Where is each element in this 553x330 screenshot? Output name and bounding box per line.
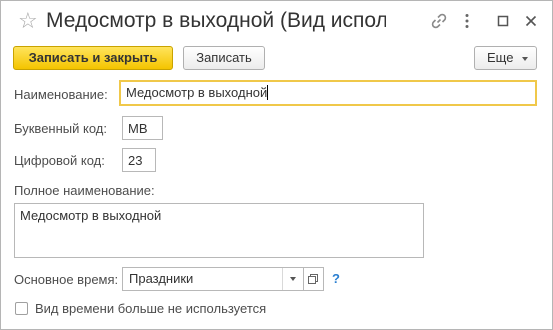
more-vertical-icon[interactable] bbox=[458, 12, 476, 30]
name-input-value: Медосмотр в выходной bbox=[126, 85, 268, 100]
form-window: ☆ Медосмотр в выходной (Вид использов...… bbox=[0, 0, 553, 330]
more-button-label: Еще bbox=[487, 50, 514, 65]
digit-code-label: Цифровой код: bbox=[14, 153, 105, 168]
help-link[interactable]: ? bbox=[332, 271, 340, 287]
name-label: Наименование: bbox=[14, 87, 108, 102]
window-title: Медосмотр в выходной (Вид использов... bbox=[46, 9, 386, 32]
digit-code-input[interactable]: 23 bbox=[122, 148, 156, 172]
save-and-close-button[interactable]: Записать и закрыть bbox=[13, 46, 173, 70]
not-used-label[interactable]: Вид времени больше не используется bbox=[35, 301, 266, 317]
star-icon[interactable]: ☆ bbox=[18, 9, 38, 33]
main-time-label: Основное время: bbox=[14, 272, 119, 287]
chevron-down-icon bbox=[290, 277, 296, 281]
name-input[interactable]: Медосмотр в выходной bbox=[119, 80, 537, 106]
letter-code-value: МВ bbox=[128, 121, 148, 136]
main-time-value: Праздники bbox=[129, 271, 194, 286]
full-name-textarea[interactable]: Медосмотр в выходной bbox=[14, 203, 424, 258]
chevron-down-icon bbox=[522, 57, 528, 61]
digit-code-value: 23 bbox=[128, 153, 143, 168]
open-window-icon bbox=[308, 274, 318, 284]
open-item-button[interactable] bbox=[304, 267, 324, 291]
full-name-value: Медосмотр в выходной bbox=[20, 208, 162, 223]
not-used-checkbox[interactable] bbox=[15, 302, 28, 315]
maximize-icon[interactable] bbox=[494, 12, 512, 30]
save-button[interactable]: Записать bbox=[183, 46, 265, 70]
link-icon[interactable] bbox=[430, 12, 448, 30]
text-cursor bbox=[267, 85, 269, 100]
letter-code-label: Буквенный код: bbox=[14, 121, 107, 136]
title-bar: ☆ Медосмотр в выходной (Вид использов... bbox=[1, 1, 552, 41]
more-button[interactable]: Еще bbox=[474, 46, 537, 70]
close-icon[interactable] bbox=[522, 12, 540, 30]
main-time-dropdown-button[interactable] bbox=[282, 268, 303, 290]
letter-code-input[interactable]: МВ bbox=[122, 116, 163, 140]
main-time-select[interactable]: Праздники bbox=[122, 267, 304, 291]
full-name-label: Полное наименование: bbox=[14, 183, 155, 198]
